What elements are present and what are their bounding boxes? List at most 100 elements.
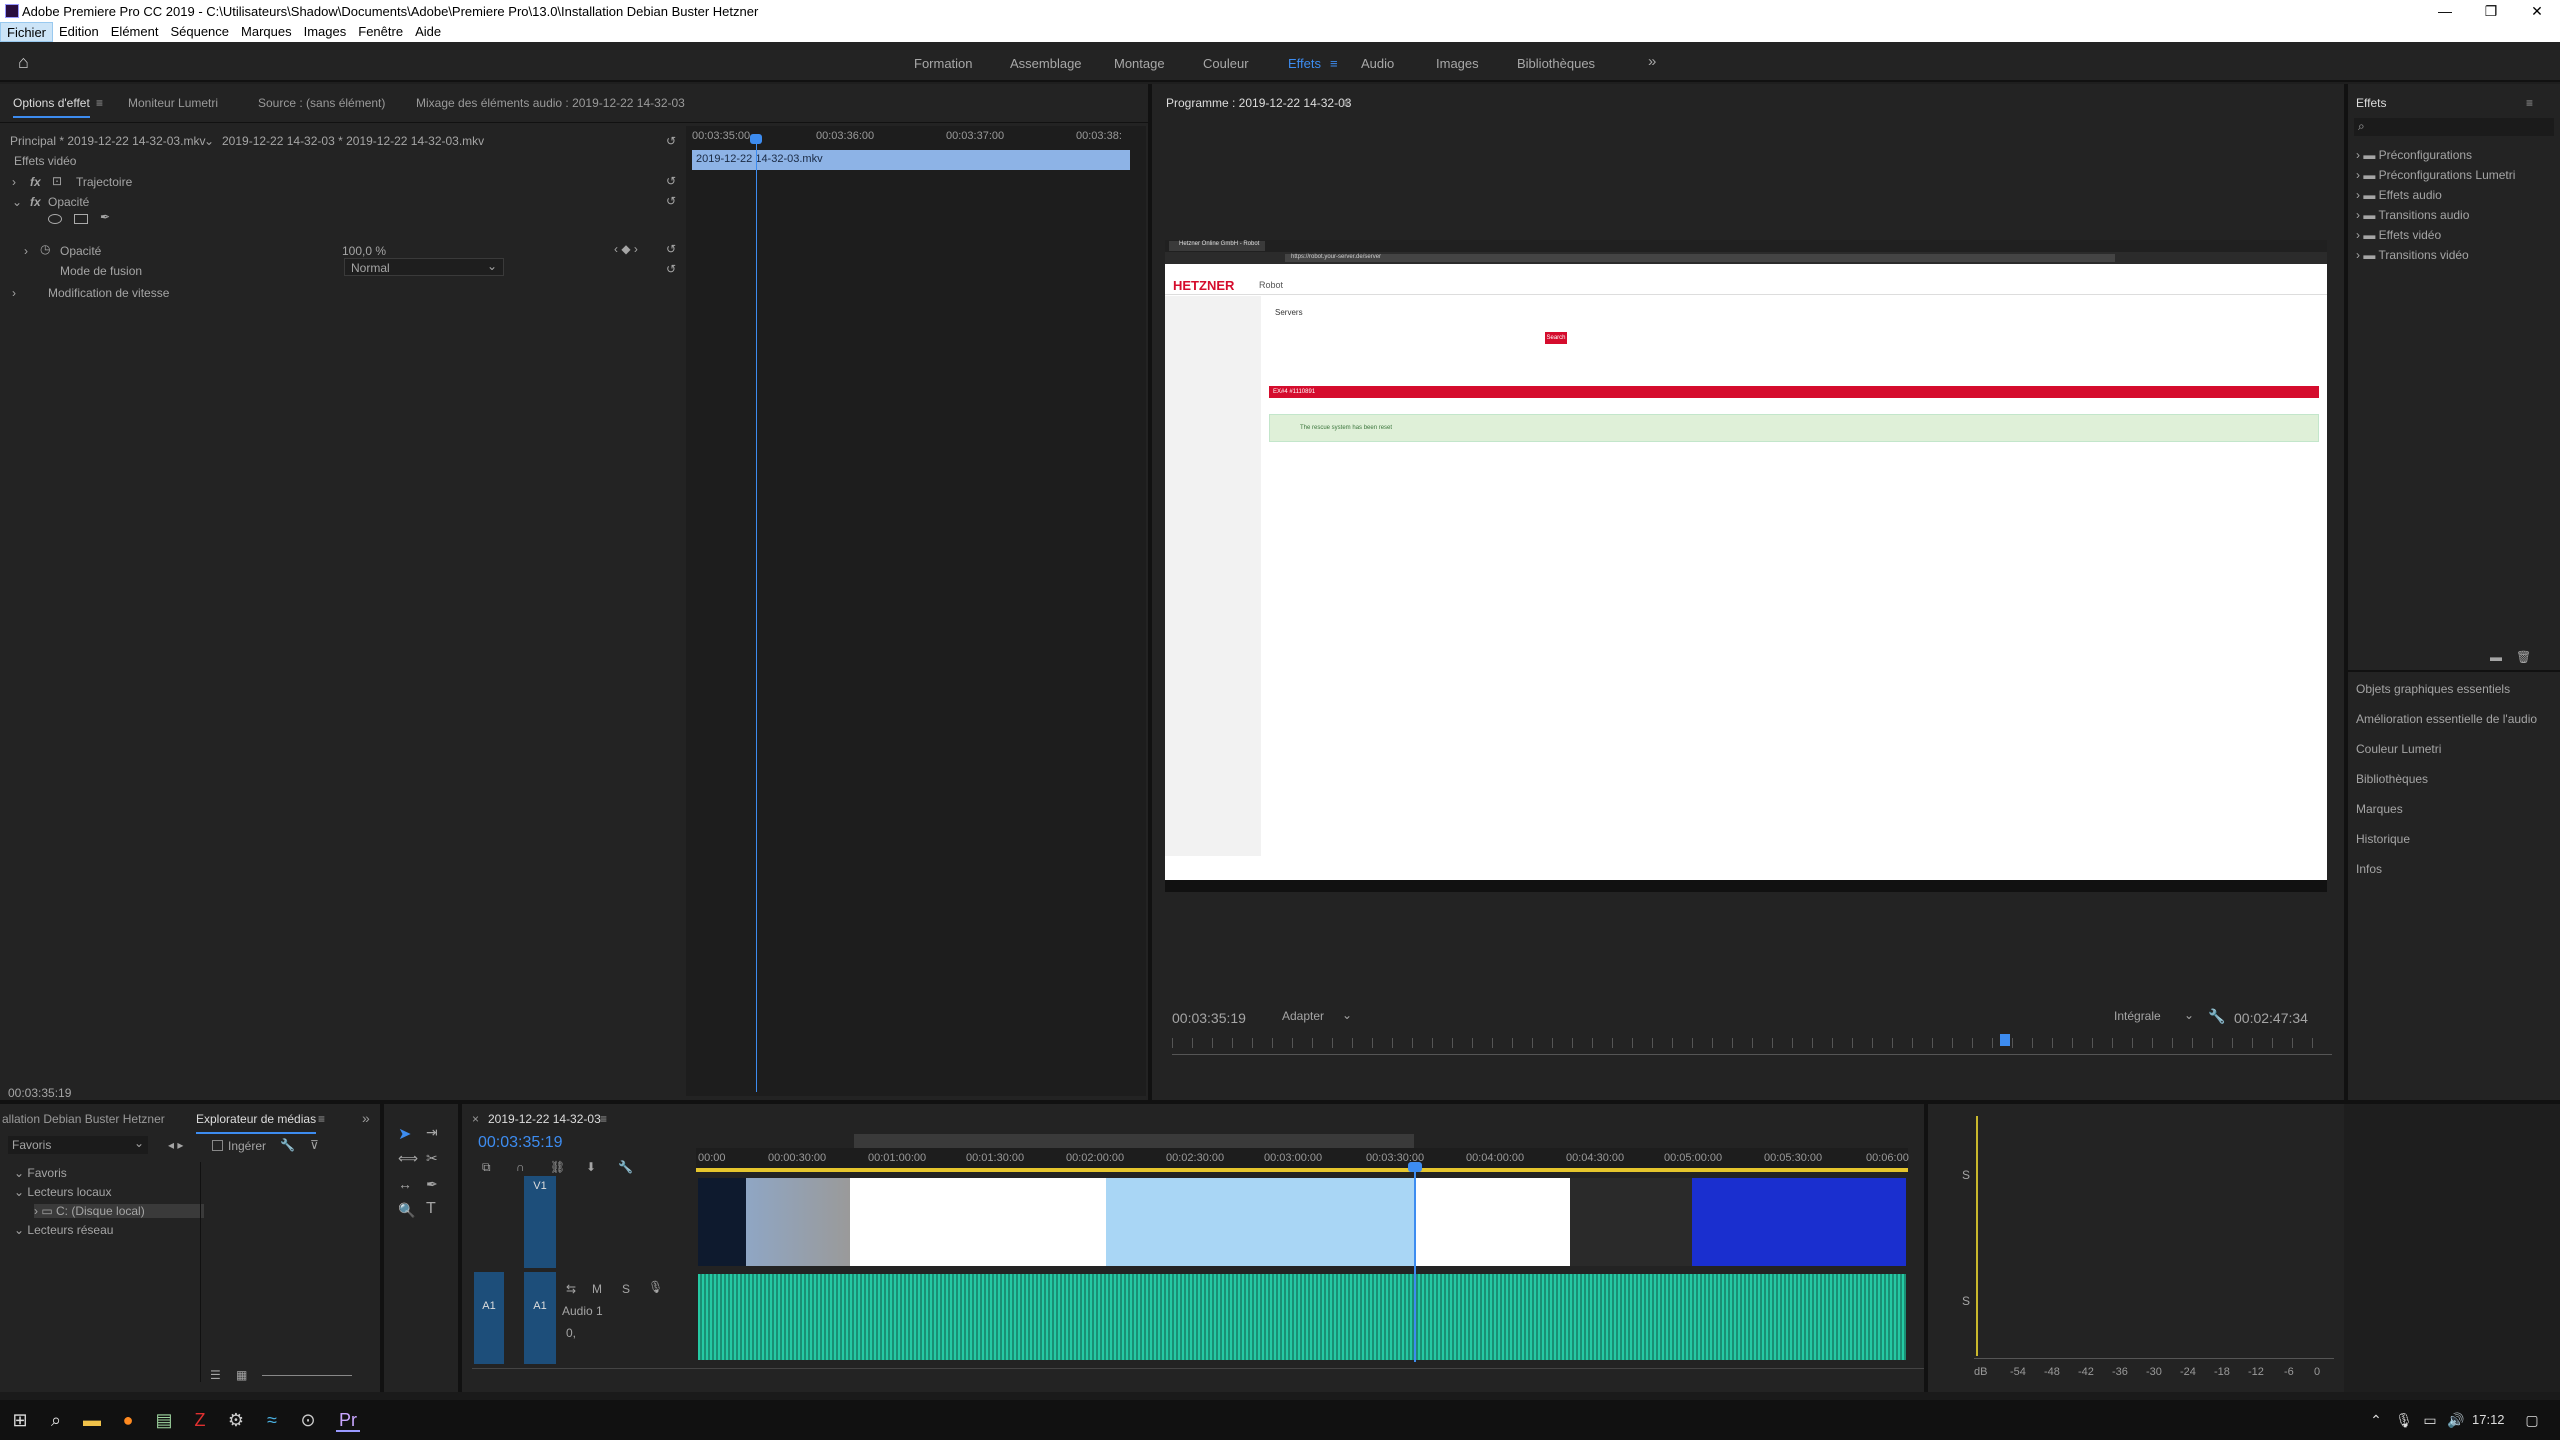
solo-button[interactable]: S: [622, 1282, 630, 1296]
expand-arrow-icon[interactable]: ›: [12, 286, 16, 300]
sequence-clip-label[interactable]: 2019-12-22 14-32-03 * 2019-12-22 14-32-0…: [222, 134, 484, 148]
close-button[interactable]: ✕: [2514, 0, 2560, 22]
volume-icon[interactable]: 🔊: [2444, 1408, 2468, 1432]
collapse-arrow-icon[interactable]: ⌄: [12, 195, 22, 209]
workspace-audio[interactable]: Audio: [1361, 56, 1394, 71]
time-ruler[interactable]: [1172, 1038, 2332, 1048]
trash-icon[interactable]: 🗑: [2516, 650, 2531, 664]
menu-element[interactable]: Elément: [105, 22, 165, 42]
reset-icon[interactable]: ↺: [666, 194, 676, 208]
new-bin-icon[interactable]: ▬: [2490, 650, 2502, 664]
filter-icon[interactable]: ⊽: [310, 1138, 319, 1152]
tab-source[interactable]: Source : (sans élément): [258, 96, 385, 110]
steam-icon[interactable]: ⊙: [296, 1408, 320, 1432]
sync-lock-icon[interactable]: ⇆: [566, 1282, 576, 1296]
zoom-tool-icon[interactable]: 🔍: [398, 1202, 415, 1219]
effect-playhead[interactable]: [756, 134, 757, 1092]
video-clip[interactable]: [1570, 1178, 1692, 1266]
wrench-icon[interactable]: 🔧: [2208, 1008, 2225, 1025]
ripple-edit-tool-icon[interactable]: ⟺: [398, 1150, 418, 1167]
stopwatch-icon[interactable]: ◷: [40, 242, 50, 256]
tab-menu-icon[interactable]: ≡: [318, 1112, 325, 1126]
opacity-value[interactable]: 100,0 %: [342, 244, 386, 258]
effects-item-lumetri-presets[interactable]: › ▬ Préconfigurations Lumetri: [2356, 168, 2515, 182]
menu-images[interactable]: Images: [298, 22, 353, 42]
quality-select[interactable]: Intégrale ⌄: [2108, 1006, 2198, 1026]
linked-selection-icon[interactable]: ⛓: [550, 1160, 565, 1174]
panel-essential-sound[interactable]: Amélioration essentielle de l'audio: [2356, 712, 2537, 726]
workspace-effets[interactable]: Effets: [1288, 56, 1321, 71]
effect-timecode[interactable]: 00:03:35:19: [8, 1086, 71, 1100]
chevron-down-icon[interactable]: ⌄: [204, 134, 214, 148]
fx-toggle-icon[interactable]: fx: [30, 195, 41, 209]
keyframe-nav-icon[interactable]: ‹ ◆ ›: [614, 242, 638, 256]
effects-item-audio-transitions[interactable]: › ▬ Transitions audio: [2356, 208, 2469, 222]
wrench-icon[interactable]: 🔧: [280, 1138, 295, 1152]
tab-media-browser[interactable]: Explorateur de médias: [196, 1112, 317, 1134]
microphone-icon[interactable]: 🎙: [2392, 1408, 2416, 1432]
panel-history[interactable]: Historique: [2356, 832, 2410, 846]
fx-toggle-icon[interactable]: fx: [30, 175, 41, 189]
video-clip[interactable]: [746, 1178, 850, 1266]
tree-c-drive[interactable]: › ▭ C: (Disque local): [34, 1204, 204, 1218]
pen-tool-icon[interactable]: ✒: [426, 1176, 438, 1193]
workspace-menu-icon[interactable]: ≡: [1330, 56, 1338, 71]
effects-title[interactable]: Effets: [2356, 96, 2386, 116]
microphone-icon[interactable]: 🎙: [648, 1280, 663, 1294]
menu-fenetre[interactable]: Fenêtre: [352, 22, 409, 42]
tab-menu-icon[interactable]: ≡: [1342, 96, 1349, 110]
minimize-button[interactable]: —: [2422, 0, 2468, 22]
video-clip[interactable]: [850, 1178, 1106, 1266]
video-clip-selected[interactable]: [1106, 1178, 1416, 1266]
menu-edition[interactable]: Edition: [53, 22, 105, 42]
video-clip[interactable]: [698, 1178, 746, 1266]
effects-item-video-transitions[interactable]: › ▬ Transitions vidéo: [2356, 248, 2469, 262]
panel-markers[interactable]: Marques: [2356, 802, 2403, 816]
reset-icon[interactable]: ↺: [666, 262, 676, 276]
transform-icon[interactable]: ⊡: [52, 174, 62, 188]
type-tool-icon[interactable]: T: [426, 1200, 436, 1218]
network-icon[interactable]: ▭: [2418, 1408, 2442, 1432]
tab-project[interactable]: allation Debian Buster Hetzner: [2, 1112, 165, 1126]
sequence-tab[interactable]: 2019-12-22 14-32-03: [488, 1112, 601, 1132]
panel-info[interactable]: Infos: [2356, 862, 2382, 876]
a1-target[interactable]: A1: [524, 1272, 556, 1364]
volume-value[interactable]: 0,: [566, 1326, 576, 1340]
workspace-assemblage[interactable]: Assemblage: [1010, 56, 1082, 71]
playhead-handle[interactable]: [1408, 1162, 1422, 1172]
reset-icon[interactable]: ↺: [666, 174, 676, 188]
close-seq-icon[interactable]: ×: [472, 1112, 479, 1126]
workspace-montage[interactable]: Montage: [1114, 56, 1165, 71]
workspace-images[interactable]: Images: [1436, 56, 1479, 71]
expand-arrow-icon[interactable]: ›: [24, 244, 28, 258]
menu-fichier[interactable]: Fichier: [0, 22, 54, 42]
tree-local-drives[interactable]: ⌄ Lecteurs locaux: [14, 1185, 111, 1199]
premiere-taskbar-icon[interactable]: Pr: [336, 1408, 360, 1432]
tab-menu-icon[interactable]: ≡: [600, 1112, 607, 1126]
effect-clip-bar[interactable]: 2019-12-22 14-32-03.mkv: [692, 150, 1130, 170]
reset-icon[interactable]: ↺: [666, 242, 676, 256]
solo-button[interactable]: S: [1962, 1294, 1970, 1308]
home-icon[interactable]: ⌂: [18, 52, 38, 72]
maximize-button[interactable]: ❐: [2468, 0, 2514, 22]
timeline-timecode[interactable]: 00:03:35:19: [478, 1134, 563, 1152]
menu-sequence[interactable]: Séquence: [164, 22, 235, 42]
workspace-more-button[interactable]: »: [1648, 53, 1656, 70]
blend-mode-select[interactable]: Normal ⌄: [344, 258, 504, 276]
playhead-handle[interactable]: [750, 134, 762, 144]
search-icon[interactable]: ⌕: [44, 1408, 68, 1432]
menu-marques[interactable]: Marques: [235, 22, 298, 42]
effects-item-video-effects[interactable]: › ▬ Effets vidéo: [2356, 228, 2441, 242]
favorites-select[interactable]: Favoris ⌄: [8, 1136, 148, 1154]
more-panels-icon[interactable]: »: [362, 1110, 370, 1126]
timeline-playhead[interactable]: [1414, 1164, 1416, 1362]
zoom-bar[interactable]: [1172, 1054, 2332, 1055]
work-area-bar[interactable]: [854, 1134, 1414, 1148]
program-timecode[interactable]: 00:03:35:19: [1172, 1010, 1246, 1026]
master-clip-label[interactable]: Principal * 2019-12-22 14-32-03.mkv: [10, 134, 205, 148]
program-title[interactable]: Programme : 2019-12-22 14-32-03: [1166, 96, 1351, 116]
program-playhead[interactable]: [2000, 1034, 2010, 1046]
video-clip[interactable]: [1416, 1178, 1570, 1266]
snap-icon[interactable]: ∩: [516, 1160, 525, 1174]
effects-item-audio-effects[interactable]: › ▬ Effets audio: [2356, 188, 2442, 202]
